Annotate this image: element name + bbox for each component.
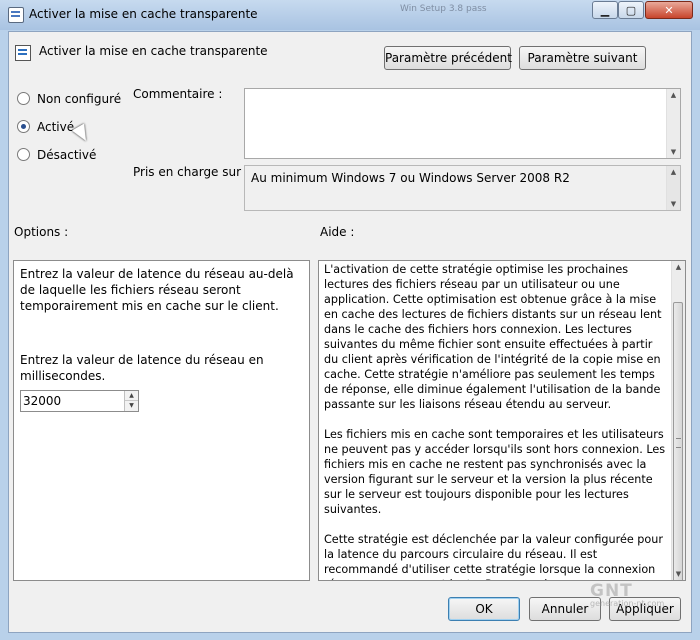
- help-paragraph: L'activation de cette stratégie optimise…: [324, 263, 662, 411]
- scroll-up-arrow-icon[interactable]: ▲: [667, 168, 680, 176]
- policy-setting-icon: [15, 45, 31, 61]
- scroll-down-arrow-icon[interactable]: ▼: [672, 570, 685, 578]
- policy-icon: [8, 7, 24, 23]
- latency-input-label: Entrez la valeur de latence du réseau en…: [20, 353, 264, 383]
- radio-enabled-indicator[interactable]: [17, 120, 30, 133]
- help-panel: L'activation de cette stratégie optimise…: [318, 260, 686, 581]
- scroll-down-arrow-icon[interactable]: ▼: [667, 148, 680, 156]
- help-scrollbar[interactable]: ▲ ▼: [671, 261, 685, 580]
- radio-not-configured[interactable]: Non configuré: [17, 92, 121, 108]
- stepper-up-icon[interactable]: ▲: [125, 391, 138, 401]
- dialog-body: Activer la mise en cache transparente Pa…: [8, 31, 692, 633]
- watermark-brand: GNT: [590, 581, 633, 601]
- supported-on-value: Au minimum Windows 7 ou Windows Server 2…: [251, 171, 570, 185]
- maximize-button[interactable]: ▢: [618, 1, 644, 19]
- scroll-up-arrow-icon[interactable]: ▲: [672, 263, 685, 271]
- help-label: Aide :: [320, 225, 355, 239]
- supported-on-field: Au minimum Windows 7 ou Windows Server 2…: [244, 165, 681, 211]
- comment-scrollbar[interactable]: ▲ ▼: [666, 89, 680, 158]
- minimize-button[interactable]: ▁: [592, 1, 618, 19]
- background-window-title: Win Setup 3.8 pass: [400, 4, 487, 14]
- watermark-logo: GNT generation-nt.com: [590, 581, 664, 608]
- next-setting-button[interactable]: Paramètre suivant: [519, 46, 646, 70]
- ok-button[interactable]: OK: [448, 597, 520, 621]
- radio-not-configured-indicator[interactable]: [17, 92, 30, 105]
- supported-on-scrollbar[interactable]: ▲ ▼: [666, 166, 680, 210]
- policy-title: Activer la mise en cache transparente: [39, 44, 268, 58]
- title-bar[interactable]: Activer la mise en cache transparente Wi…: [0, 0, 700, 30]
- help-text: L'activation de cette stratégie optimise…: [324, 262, 667, 580]
- radio-disabled-label: Désactivé: [37, 148, 97, 162]
- comment-field[interactable]: ▲ ▼: [244, 88, 681, 159]
- comment-label: Commentaire :: [133, 87, 223, 101]
- options-label: Options :: [14, 225, 69, 239]
- scroll-up-arrow-icon[interactable]: ▲: [667, 91, 680, 99]
- help-paragraph: Cette stratégie est déclenchée par la va…: [324, 533, 663, 580]
- scroll-thumb[interactable]: [673, 302, 683, 580]
- radio-disabled-indicator[interactable]: [17, 148, 30, 161]
- help-paragraph: Les fichiers mis en cache sont temporair…: [324, 428, 666, 516]
- dialog-window: Activer la mise en cache transparente Wi…: [0, 0, 700, 640]
- radio-enabled-label: Activé: [37, 120, 75, 134]
- options-panel: Entrez la valeur de latence du réseau au…: [13, 260, 310, 581]
- supported-on-label: Pris en charge sur :: [133, 165, 249, 179]
- latency-value[interactable]: 32000: [23, 394, 61, 408]
- stepper-down-icon[interactable]: ▼: [125, 401, 138, 411]
- previous-setting-button[interactable]: Paramètre précédent: [384, 46, 512, 70]
- window-title: Activer la mise en cache transparente: [29, 7, 258, 21]
- radio-not-configured-label: Non configuré: [37, 92, 122, 106]
- radio-disabled[interactable]: Désactivé: [17, 148, 96, 164]
- radio-enabled[interactable]: Activé: [17, 120, 74, 136]
- latency-stepper[interactable]: 32000 ▲ ▼: [20, 390, 139, 412]
- watermark-site: generation-nt.com: [590, 599, 665, 608]
- close-button[interactable]: ✕: [645, 1, 693, 19]
- scroll-down-arrow-icon[interactable]: ▼: [667, 200, 680, 208]
- options-description: Entrez la valeur de latence du réseau au…: [20, 267, 294, 313]
